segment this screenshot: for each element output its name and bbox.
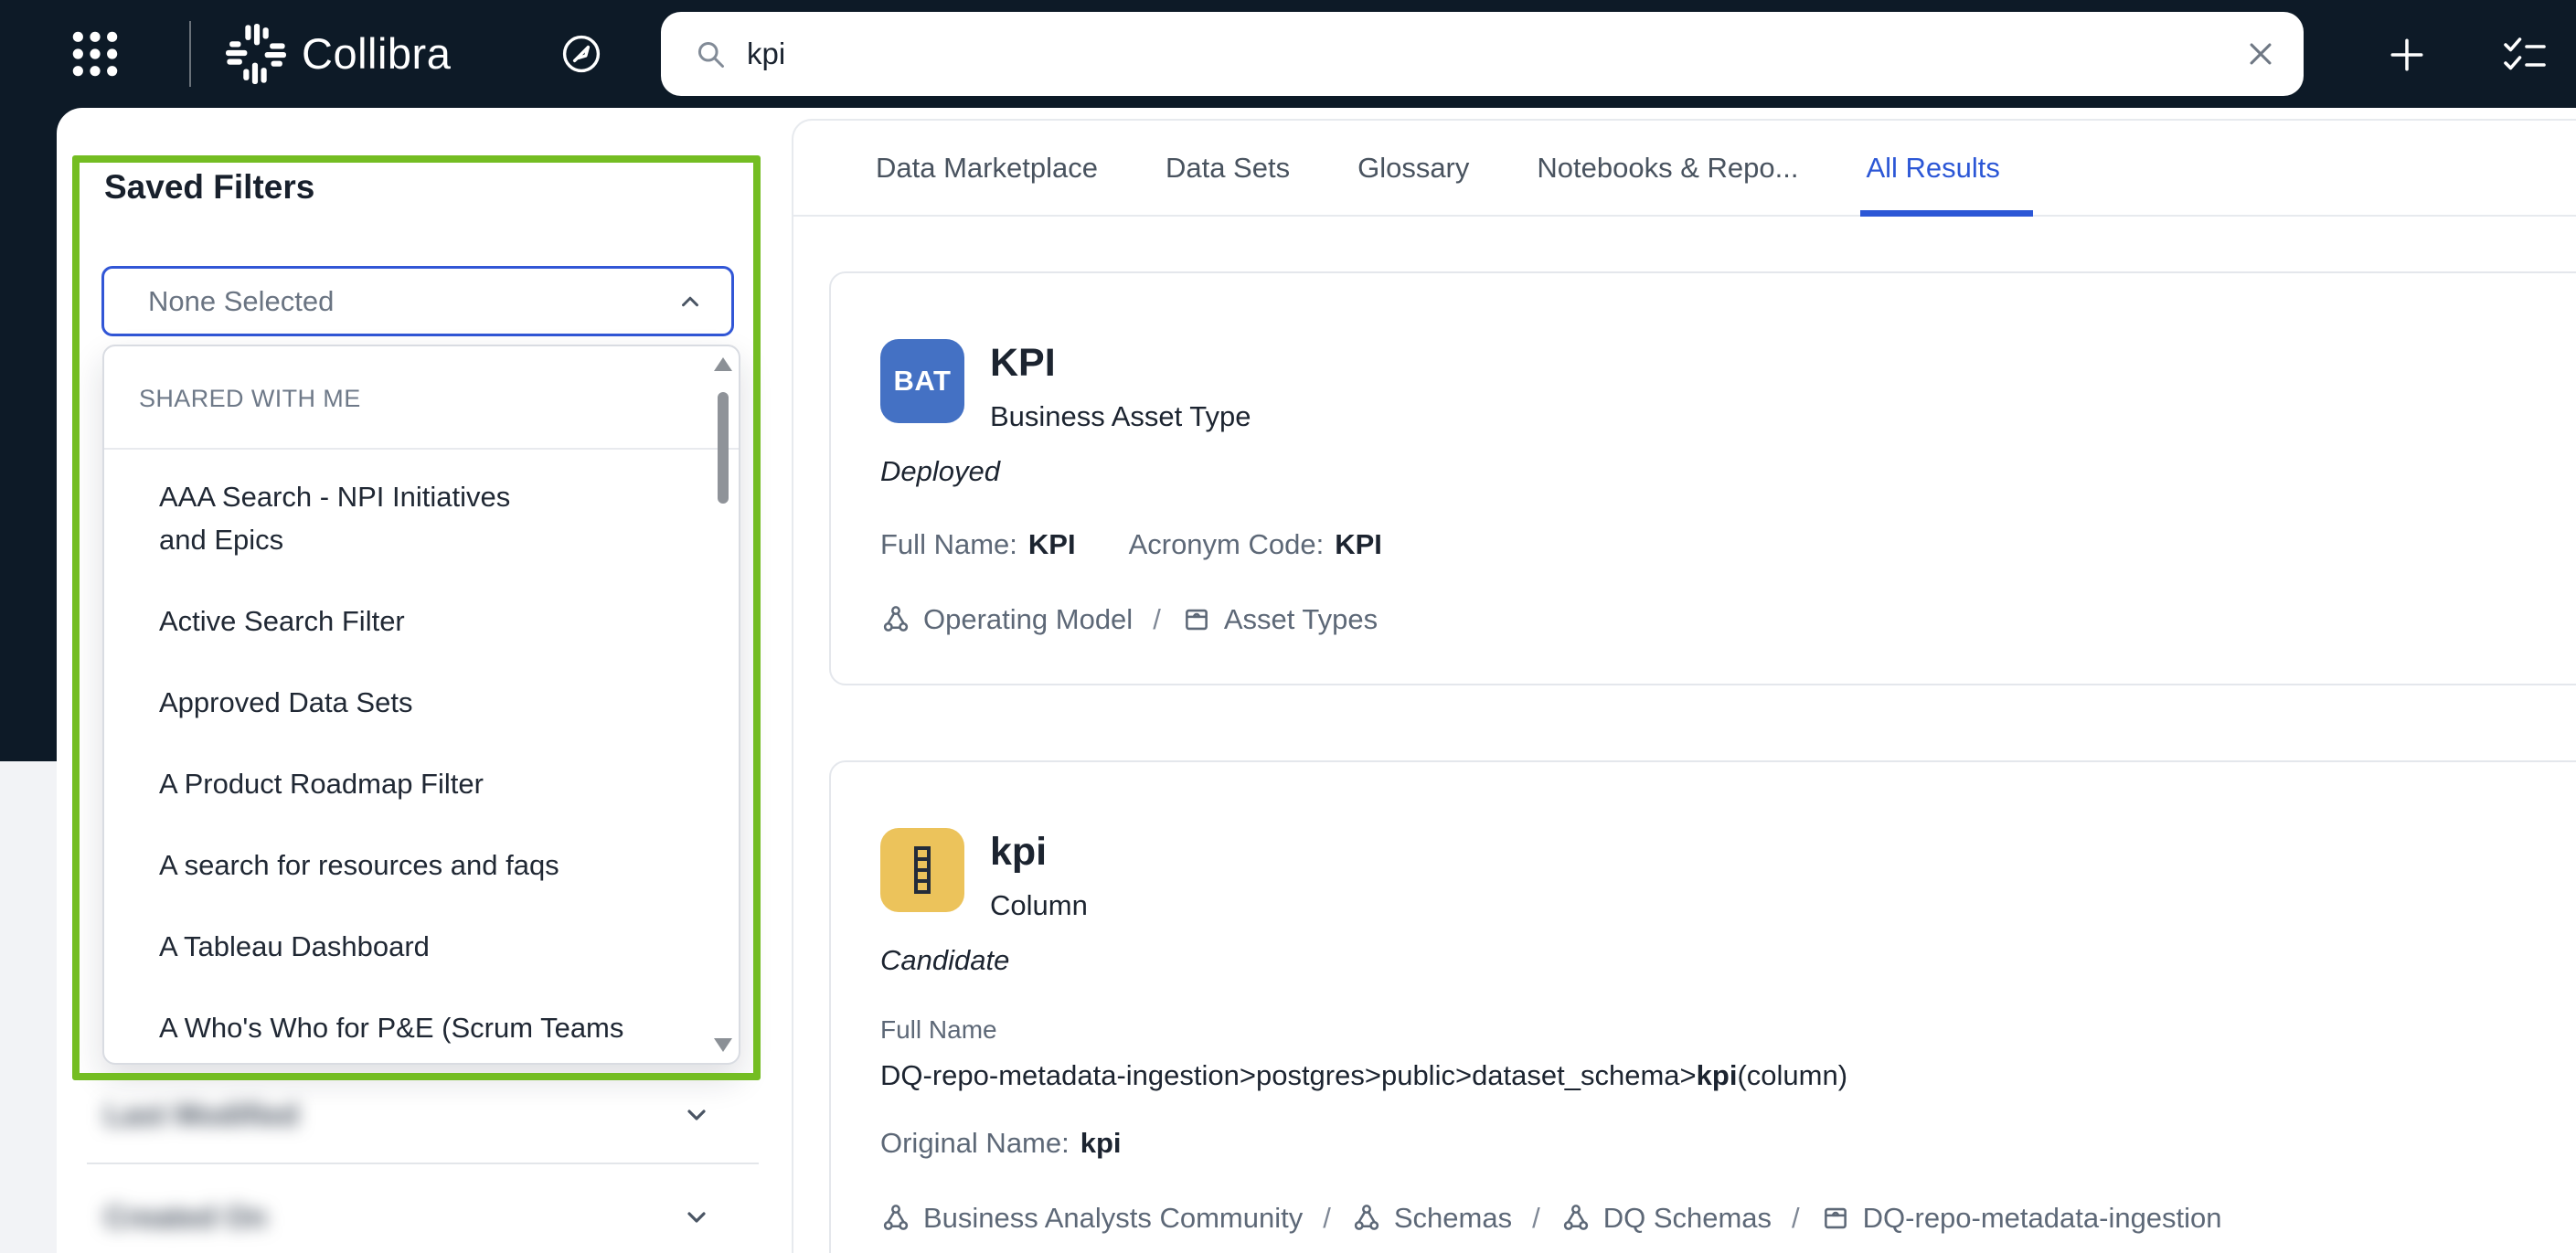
column-badge	[880, 828, 964, 912]
attribute-label: Original Name:	[880, 1127, 1070, 1159]
content-surface: Saved Filters None Selected SHARED WITH …	[57, 108, 2576, 1253]
tab-all-results[interactable]: All Results	[1860, 121, 2034, 217]
filter-section-label: Created On	[104, 1200, 267, 1234]
results-tab-bar: Data Marketplace Data Sets Glossary Note…	[793, 121, 2576, 217]
breadcrumb-community-link[interactable]: Schemas	[1351, 1202, 1512, 1235]
result-title[interactable]: kpi	[990, 830, 1088, 875]
breadcrumb-community-link[interactable]: DQ Schemas	[1560, 1202, 1772, 1235]
dropdown-scrollbar[interactable]	[714, 354, 732, 1056]
plus-icon[interactable]	[2388, 36, 2426, 74]
saved-filters-dropdown: SHARED WITH ME AAA Search - NPI Initiati…	[102, 345, 740, 1065]
community-icon	[883, 1205, 909, 1230]
clear-search-icon[interactable]	[2245, 38, 2276, 69]
breadcrumb-label: Schemas	[1393, 1202, 1513, 1234]
scrollbar-thumb[interactable]	[718, 392, 729, 504]
dropdown-section-header: SHARED WITH ME	[139, 385, 361, 412]
breadcrumb-label: DQ Schemas	[1602, 1202, 1772, 1234]
column-icon	[914, 846, 931, 894]
domain-icon	[1824, 1207, 1847, 1229]
badge-label: BAT	[893, 365, 952, 397]
scroll-down-icon[interactable]	[714, 1038, 732, 1052]
search-input[interactable]	[747, 37, 2245, 71]
sidebar-divider	[87, 1163, 759, 1164]
tab-data-marketplace[interactable]: Data Marketplace	[876, 121, 1098, 215]
saved-filter-option[interactable]: A Tableau Dashboard	[104, 925, 739, 968]
breadcrumb-community-link[interactable]: Business Analysts Community	[880, 1202, 1303, 1235]
saved-filters-title: Saved Filters	[104, 168, 315, 206]
breadcrumb-domain-link[interactable]: Asset Types	[1181, 603, 1378, 636]
breadcrumb-community-link[interactable]: Operating Model	[880, 603, 1133, 636]
saved-filters-select-value: None Selected	[148, 284, 335, 317]
community-icon	[883, 606, 909, 632]
saved-filter-option[interactable]: AAA Search - NPI Initiatives and Epics	[104, 475, 634, 561]
filter-section-last-modified[interactable]: Last Modified	[104, 1088, 711, 1142]
full-name-suffix: (column)	[1737, 1059, 1848, 1091]
compass-icon[interactable]	[559, 32, 603, 76]
apps-grid-icon[interactable]	[69, 28, 121, 80]
chevron-up-icon	[676, 288, 704, 315]
full-name-prefix: DQ-repo-metadata-ingestion>postgres>publ…	[880, 1059, 1697, 1091]
top-bar: Collibra	[0, 0, 2576, 108]
collibra-app: Collibra kpi Saved Filters None Selected…	[0, 0, 2576, 1253]
breadcrumb-domain-link[interactable]: DQ-repo-metadata-ingestion	[1820, 1202, 2222, 1235]
saved-filter-option[interactable]: A search for resources and faqs	[104, 844, 739, 887]
tab-data-sets[interactable]: Data Sets	[1166, 121, 1290, 215]
breadcrumb-label: Business Analysts Community	[923, 1202, 1304, 1234]
community-icon	[1563, 1205, 1588, 1230]
result-asset-type: Business Asset Type	[990, 400, 1251, 432]
breadcrumb-label: DQ-repo-metadata-ingestion	[1862, 1202, 2222, 1234]
brand-name: Collibra	[302, 29, 452, 78]
result-title[interactable]: KPI	[990, 341, 1251, 386]
results-list: BAT KPI Business Asset Type Deployed Ful…	[793, 217, 2576, 1253]
results-panel: Data Marketplace Data Sets Glossary Note…	[792, 119, 2576, 1253]
saved-filter-option[interactable]: A Who's Who for P&E (Scrum Teams	[104, 1006, 739, 1049]
result-card-kpi-business-asset-type[interactable]: BAT KPI Business Asset Type Deployed Ful…	[829, 271, 2576, 685]
filter-section-created-on[interactable]: Created On	[104, 1190, 711, 1245]
attribute-value: KPI	[1027, 528, 1076, 560]
collibra-logo-mark[interactable]	[226, 24, 286, 84]
chevron-down-icon	[682, 1100, 711, 1130]
result-asset-type: Column	[990, 889, 1088, 921]
breadcrumb: Operating Model / Asset Types	[880, 603, 2576, 636]
tab-notebooks-repo[interactable]: Notebooks & Repo...	[1537, 121, 1798, 215]
filter-section-label: Last Modified	[104, 1098, 299, 1131]
breadcrumb-label: Operating Model	[923, 603, 1134, 635]
full-name-label: Full Name	[880, 1015, 997, 1044]
full-name-value: DQ-repo-metadata-ingestion>postgres>publ…	[880, 1059, 2576, 1092]
checklist-icon[interactable]	[2501, 37, 2549, 73]
saved-filter-option[interactable]: Approved Data Sets	[104, 681, 739, 724]
result-card-kpi-column[interactable]: kpi Column Candidate Full Name DQ-repo-m…	[829, 760, 2576, 1253]
full-name-highlight: kpi	[1696, 1059, 1738, 1091]
saved-filter-option[interactable]: Active Search Filter	[104, 600, 739, 642]
community-icon	[1354, 1205, 1379, 1230]
global-search-bar	[661, 12, 2304, 96]
result-status: Candidate	[880, 944, 1010, 976]
breadcrumb-label: Asset Types	[1223, 603, 1378, 635]
breadcrumb: Business Analysts Community / Schemas /	[880, 1202, 2576, 1235]
domain-icon	[1185, 609, 1208, 631]
scroll-up-icon[interactable]	[714, 357, 732, 371]
asset-type-badge: BAT	[880, 339, 964, 423]
tab-glossary[interactable]: Glossary	[1357, 121, 1469, 215]
attribute-label: Acronym Code:	[1128, 528, 1325, 560]
topbar-divider	[189, 21, 191, 87]
dropdown-divider	[104, 448, 739, 450]
left-gray-strip	[0, 761, 57, 1253]
attribute-label: Full Name:	[880, 528, 1017, 560]
chevron-down-icon	[682, 1203, 711, 1232]
attribute-value: kpi	[1080, 1127, 1122, 1159]
saved-filters-select[interactable]: None Selected	[101, 266, 734, 336]
breadcrumb-separator: /	[1532, 1202, 1540, 1234]
saved-filter-option[interactable]: A Product Roadmap Filter	[104, 762, 739, 805]
breadcrumb-separator: /	[1323, 1202, 1331, 1234]
attribute-value: KPI	[1335, 528, 1382, 560]
breadcrumb-separator: /	[1153, 603, 1161, 635]
result-status: Deployed	[880, 455, 1000, 487]
breadcrumb-separator: /	[1792, 1202, 1800, 1234]
left-navy-strip	[0, 108, 57, 761]
search-icon	[694, 37, 727, 70]
